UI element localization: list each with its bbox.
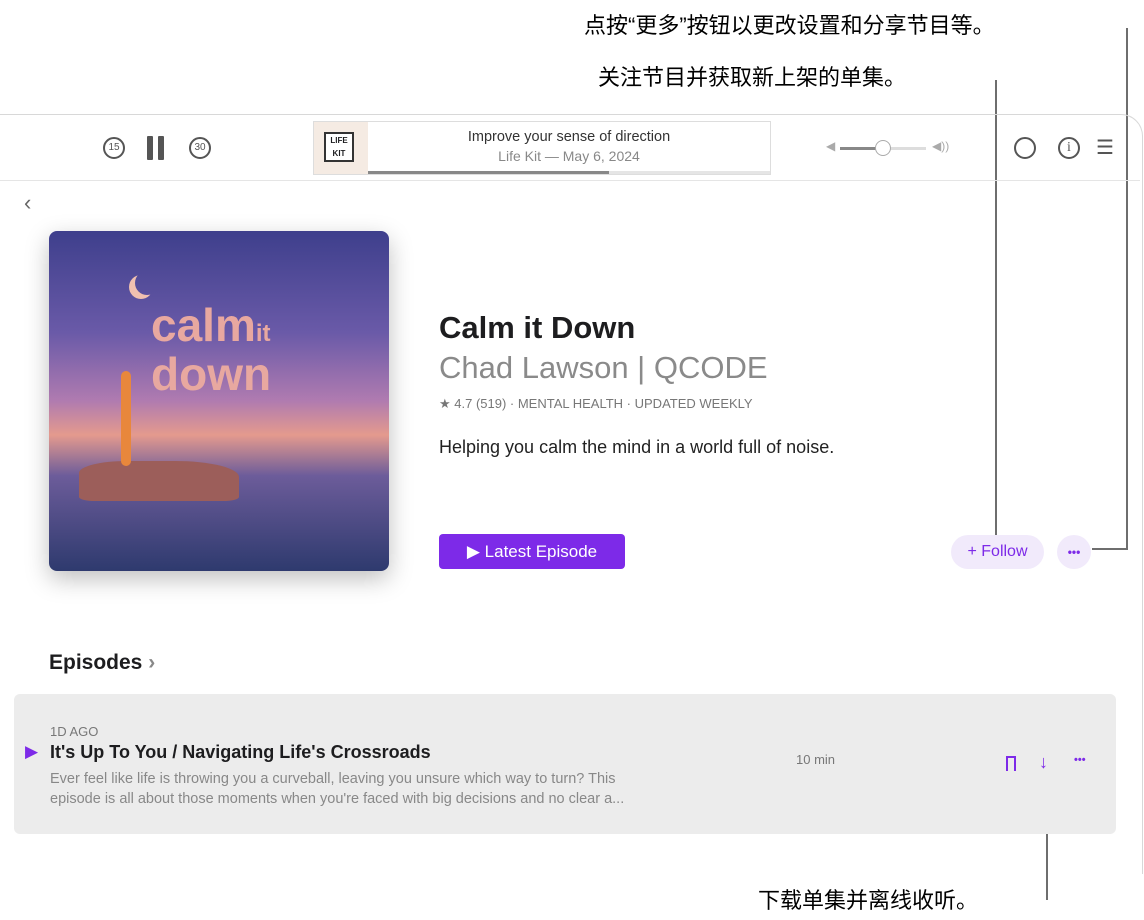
chevron-right-icon: › [148, 651, 156, 674]
volume-low-icon: ◀ [826, 139, 836, 153]
pause-button[interactable] [147, 136, 153, 160]
show-author[interactable]: Chad Lawson | QCODE [439, 350, 768, 386]
latest-episode-button[interactable]: ▶ Latest Episode [439, 534, 625, 569]
episode-title[interactable]: It's Up To You / Navigating Life's Cross… [50, 742, 431, 763]
skip-forward-label: 30 [194, 142, 206, 153]
play-icon[interactable]: ▶ [25, 742, 38, 762]
art-text: it [255, 320, 271, 347]
back-button[interactable]: ‹ [24, 190, 31, 216]
art-text: calm [151, 299, 256, 351]
show-title: Calm it Down [439, 310, 636, 345]
volume-knob[interactable] [875, 140, 891, 156]
art-text: LIFE [330, 136, 348, 145]
episodes-heading-label: Episodes [49, 651, 143, 674]
skip-back-button[interactable]: 15 [103, 137, 125, 159]
show-artwork: calmit down [49, 231, 389, 571]
desc-line: Ever feel like life is throwing you a cu… [50, 771, 616, 787]
pause-icon [158, 136, 164, 160]
skip-forward-button[interactable]: 30 [189, 137, 211, 159]
follow-button[interactable]: + Follow [951, 535, 1044, 569]
episodes-heading[interactable]: Episodes › [49, 651, 155, 675]
episode-row[interactable]: 1D AGO ▶ It's Up To You / Navigating Lif… [14, 694, 1116, 834]
callout-more: 点按“更多”按钮以更改设置和分享节目等。 [584, 13, 995, 38]
queue-list-button[interactable]: ☰ [1096, 135, 1114, 160]
show-description: Helping you calm the mind in a world ful… [439, 437, 835, 457]
skip-back-label: 15 [108, 142, 120, 153]
more-button[interactable]: ••• [1057, 535, 1091, 569]
art-text: KIT [332, 149, 346, 158]
now-playing[interactable]: LIFE KIT Improve your sense of direction … [313, 121, 771, 175]
playback-progress[interactable] [368, 171, 770, 174]
now-playing-artwork: LIFE KIT [314, 122, 368, 174]
moon-icon [135, 271, 159, 295]
episode-more-button[interactable]: ••• [1074, 754, 1086, 766]
airplay-button[interactable] [1014, 137, 1036, 159]
callout-follow: 关注节目并获取新上架的单集。 [598, 65, 907, 90]
info-button[interactable]: i [1058, 137, 1080, 159]
volume-high-icon: ◀)) [932, 139, 950, 153]
desc-line: episode is all about those moments when … [50, 791, 625, 807]
now-playing-title: Improve your sense of direction [467, 129, 671, 145]
bookmark-button[interactable] [1006, 756, 1016, 771]
art-text: down [151, 348, 272, 400]
episode-duration: 10 min [796, 752, 836, 767]
episode-description: Ever feel like life is throwing you a cu… [50, 769, 624, 809]
show-meta: ★ 4.7 (519) · MENTAL HEALTH · UPDATED WE… [439, 396, 753, 411]
download-button[interactable]: ↓ [1039, 752, 1048, 773]
now-playing-subtitle: Life Kit — May 6, 2024 [498, 148, 640, 164]
callout-download: 下载单集并离线收听。 [758, 888, 979, 913]
episode-age: 1D AGO [50, 724, 99, 739]
